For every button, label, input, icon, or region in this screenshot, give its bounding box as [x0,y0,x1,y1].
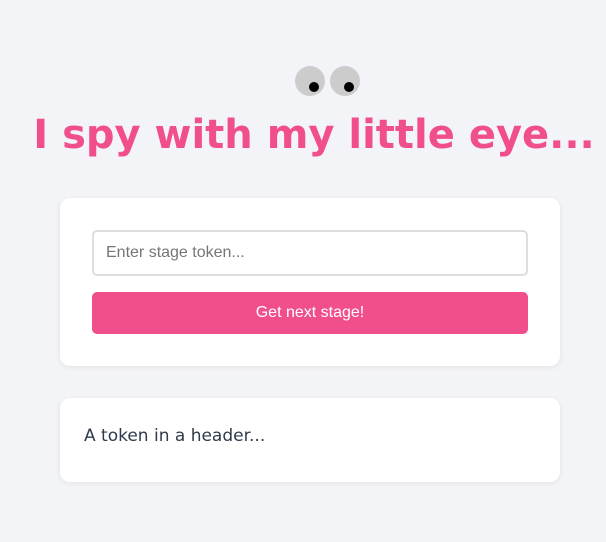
stage-token-input[interactable] [92,230,528,276]
token-form-card: Get next stage! [60,198,560,366]
hint-text: A token in a header... [84,426,266,446]
page-title: I spy with my little eye... [33,112,595,158]
page: I spy with my little eye... Get next sta… [0,0,606,542]
left-eye [295,66,325,96]
left-pupil [309,82,319,92]
googly-eyes-icon [295,66,361,96]
hint-card: A token in a header... [60,398,560,482]
get-next-stage-button[interactable]: Get next stage! [92,292,528,334]
right-eye [330,66,360,96]
right-pupil [344,82,354,92]
